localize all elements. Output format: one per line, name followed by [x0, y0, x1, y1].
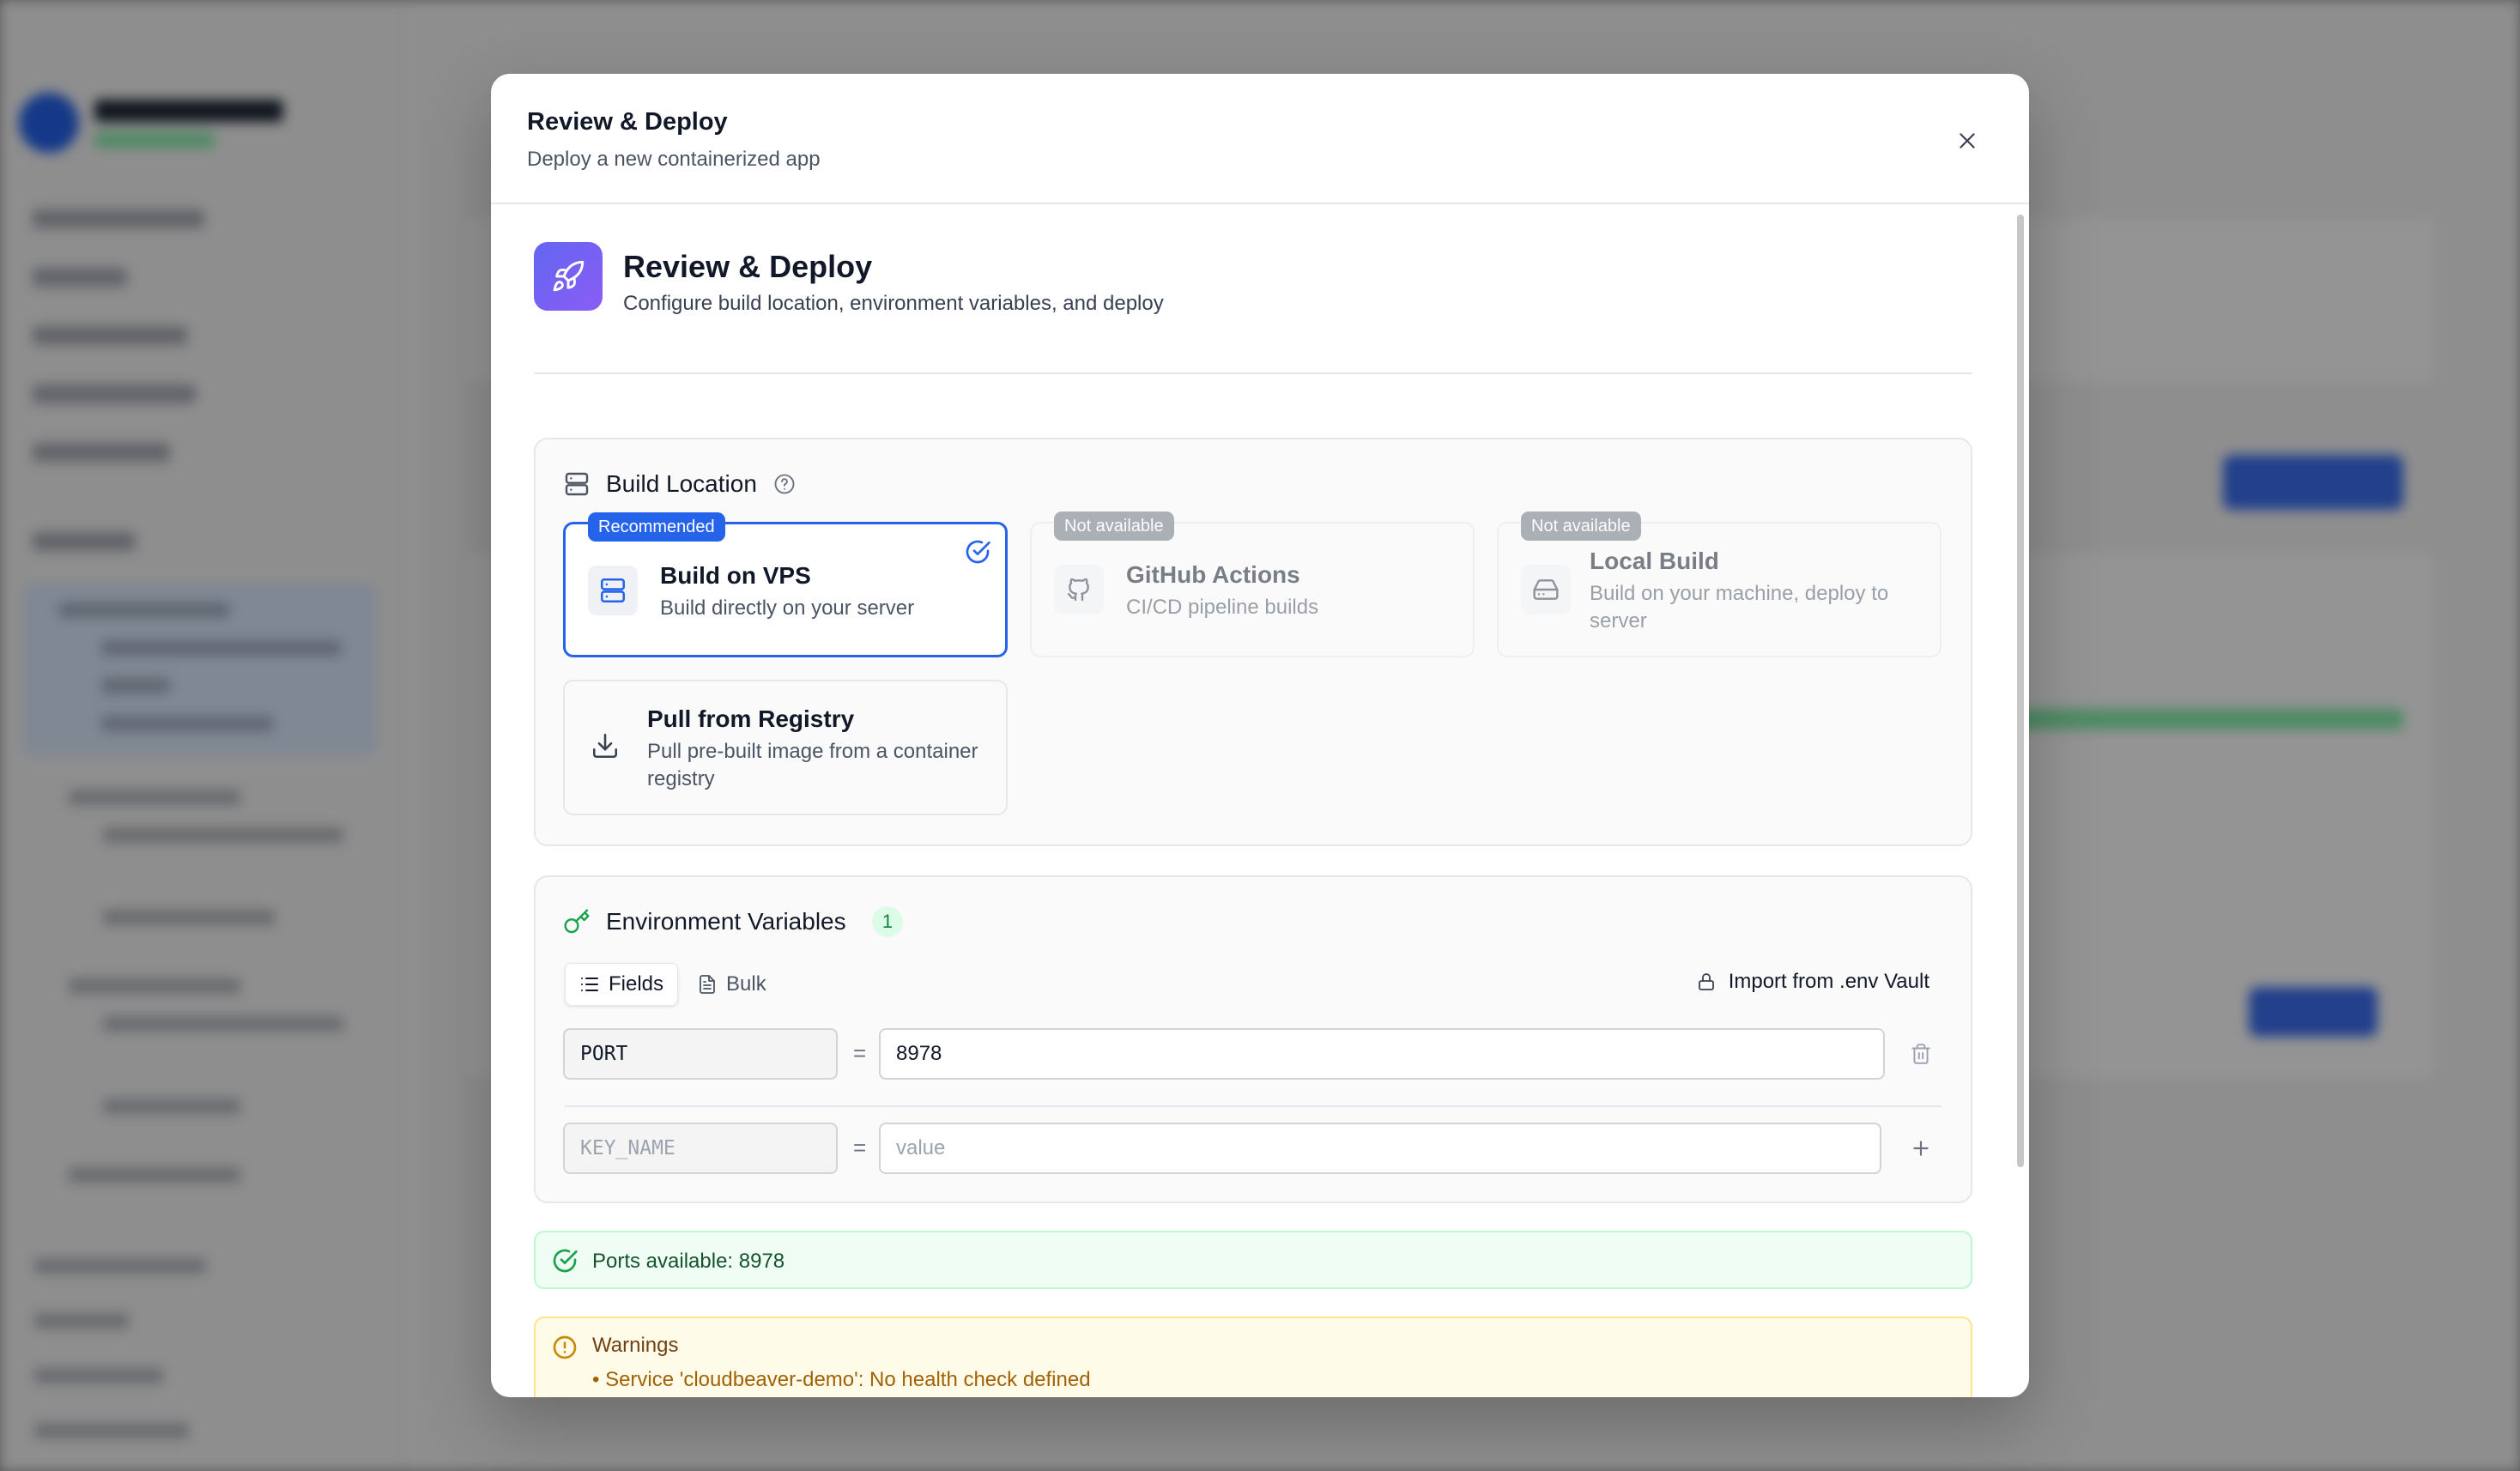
env-key-input[interactable]: PORT	[563, 1028, 838, 1080]
option-title: Pull from Registry	[647, 705, 855, 732]
ports-available-alert: Ports available: 8978	[534, 1231, 1972, 1289]
option-description: CI/CD pipeline builds	[1126, 596, 1319, 619]
file-text-icon	[700, 975, 715, 994]
help-icon[interactable]	[772, 472, 797, 500]
option-build-on-vps[interactable]: Recommended Build on VPS Build directly …	[563, 512, 1008, 657]
option-icon-tile	[1054, 565, 1104, 614]
option-description: Pull pre-built image from a container re…	[647, 740, 978, 790]
import-env-vault-label: Import from .env Vault	[1728, 970, 1929, 993]
delete-env-button[interactable]	[1904, 1037, 1938, 1071]
modal-body: Review & Deploy Configure build location…	[491, 204, 2029, 1397]
environment-variables-section: Environment Variables 1 Fields Bulk Impo…	[534, 875, 1972, 1203]
ports-available-text: Ports available: 8978	[592, 1250, 785, 1273]
modal-title: Review & Deploy	[527, 108, 728, 136]
plus-icon	[1913, 1141, 1929, 1156]
new-env-value-input[interactable]: value	[879, 1123, 1881, 1174]
lock-icon	[1698, 973, 1714, 990]
option-title: Build on VPS	[660, 562, 811, 589]
step-title: Review & Deploy	[623, 249, 873, 284]
environment-variables-title: Environment Variables	[606, 908, 846, 935]
option-icon-tile	[1521, 565, 1571, 614]
tab-bulk-label: Bulk	[726, 972, 766, 996]
hard-drive-icon	[1533, 579, 1559, 600]
option-pull-from-registry[interactable]: Pull from Registry Pull pre-built image …	[563, 680, 1008, 815]
server-icon	[600, 578, 626, 603]
build-location-section: Build Location Recommended Build on VPS …	[534, 438, 1972, 846]
list-icon	[581, 978, 598, 991]
warning-item: • Service 'cloudbeaver-demo': No health …	[592, 1368, 1091, 1391]
download-icon	[591, 731, 620, 765]
alert-circle-icon	[551, 1334, 579, 1365]
warnings-alert: Warnings • Service 'cloudbeaver-demo': N…	[534, 1317, 1972, 1397]
tab-fields[interactable]: Fields	[565, 963, 679, 1006]
new-env-key-input[interactable]: KEY_NAME	[563, 1123, 838, 1174]
github-icon	[1067, 578, 1089, 602]
check-circle-icon	[964, 538, 991, 570]
rocket-tile	[534, 242, 603, 311]
close-button[interactable]	[1950, 124, 1984, 158]
recommended-badge: Recommended	[588, 512, 725, 542]
env-mode-toggle: Fields Bulk	[565, 963, 780, 1006]
env-count-badge: 1	[872, 906, 903, 937]
key-icon	[563, 908, 591, 940]
option-description: Build on your machine, deploy to server	[1590, 582, 1889, 633]
option-title: Local Build	[1590, 548, 1719, 574]
import-env-vault-button[interactable]: Import from .env Vault	[1696, 970, 1929, 994]
tab-fields-label: Fields	[609, 972, 664, 996]
server-icon	[563, 470, 591, 502]
option-local-build: Not available Local Build Build on your …	[1497, 512, 1941, 657]
row-divider	[565, 1105, 1941, 1107]
option-icon-tile	[588, 566, 638, 615]
not-available-badge: Not available	[1054, 512, 1174, 541]
close-icon	[1960, 133, 1975, 148]
not-available-badge: Not available	[1521, 512, 1641, 541]
warnings-title: Warnings	[592, 1334, 679, 1357]
build-location-title: Build Location	[606, 470, 757, 497]
equals-sign: =	[853, 1135, 867, 1160]
option-description: Build directly on your server	[660, 596, 915, 620]
check-circle-icon	[551, 1247, 579, 1279]
step-subtitle: Configure build location, environment va…	[623, 292, 1164, 315]
tab-bulk[interactable]: Bulk	[683, 963, 780, 1006]
deploy-modal: Review & Deploy Deploy a new containeriz…	[491, 74, 2029, 1397]
rocket-icon	[553, 260, 585, 292]
env-value-input[interactable]: 8978	[879, 1028, 1885, 1080]
modal-header: Review & Deploy Deploy a new containeriz…	[491, 74, 2029, 204]
option-github-actions: Not available GitHub Actions CI/CD pipel…	[1030, 512, 1475, 657]
trash-icon	[1911, 1044, 1930, 1064]
add-env-button[interactable]	[1904, 1131, 1938, 1165]
scrollbar[interactable]	[2017, 215, 2024, 1167]
equals-sign: =	[853, 1040, 867, 1066]
option-title: GitHub Actions	[1126, 561, 1300, 588]
step-header: Review & Deploy Configure build location…	[534, 242, 1972, 374]
modal-subtitle: Deploy a new containerized app	[527, 148, 821, 171]
